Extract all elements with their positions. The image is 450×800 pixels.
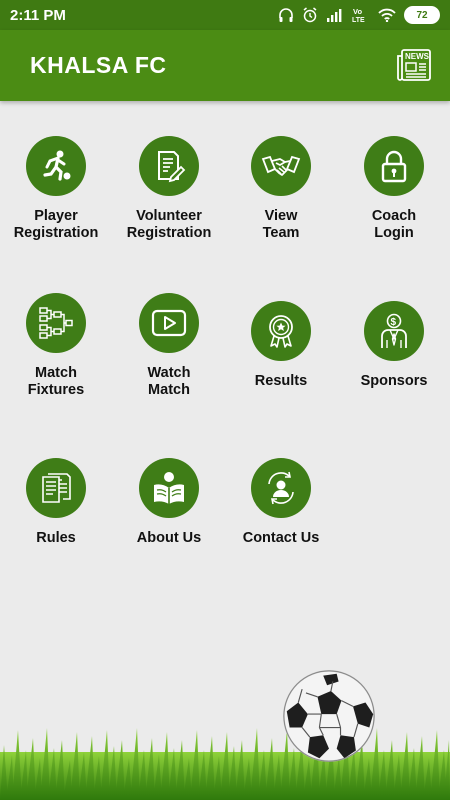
tile-label: View Team bbox=[262, 208, 300, 241]
bracket-icon bbox=[39, 307, 73, 339]
tile-label: Volunteer Registration bbox=[126, 208, 212, 241]
video-play-icon bbox=[151, 309, 187, 337]
tile-label: Match Fixtures bbox=[27, 365, 85, 398]
menu-icon-circle bbox=[251, 458, 311, 518]
menu-icon-circle: $ bbox=[364, 301, 424, 361]
menu-icon-circle bbox=[26, 293, 86, 353]
handshake-icon bbox=[261, 155, 301, 176]
watch-match-tile[interactable]: Watch Match bbox=[113, 293, 225, 399]
menu-grid: Player Registration Volunteer Registrati… bbox=[0, 0, 450, 800]
tile-label: Watch Match bbox=[147, 365, 191, 398]
tile-label: Results bbox=[254, 373, 308, 389]
menu-icon-circle bbox=[26, 458, 86, 518]
player-kick-icon bbox=[43, 150, 71, 181]
tile-label: Contact Us bbox=[242, 530, 320, 546]
tile-label: Player Registration bbox=[13, 208, 99, 241]
player-registration-tile[interactable]: Player Registration bbox=[0, 136, 112, 242]
award-badge-icon bbox=[269, 315, 293, 348]
reader-icon bbox=[154, 472, 184, 504]
menu-icon-circle bbox=[139, 293, 199, 353]
menu-icon-circle bbox=[139, 458, 199, 518]
results-tile[interactable]: Results bbox=[225, 301, 337, 390]
contact-us-tile[interactable]: Contact Us bbox=[225, 458, 337, 547]
match-fixtures-tile[interactable]: Match Fixtures bbox=[0, 293, 112, 399]
menu-icon-circle bbox=[251, 136, 311, 196]
tile-label: Sponsors bbox=[360, 373, 428, 389]
menu-icon-circle bbox=[26, 136, 86, 196]
coach-login-tile[interactable]: Coach Login bbox=[338, 136, 450, 242]
tile-label: About Us bbox=[136, 530, 202, 546]
menu-icon-circle bbox=[364, 136, 424, 196]
volunteer-registration-tile[interactable]: Volunteer Registration bbox=[113, 136, 225, 242]
about-us-tile[interactable]: About Us bbox=[113, 458, 225, 547]
menu-icon-circle bbox=[139, 136, 199, 196]
soccer-ball-decoration bbox=[283, 670, 375, 762]
pages-icon bbox=[42, 473, 71, 503]
tile-label: Rules bbox=[36, 530, 76, 546]
sponsors-tile[interactable]: $ Sponsors bbox=[338, 301, 450, 390]
lock-icon bbox=[381, 150, 407, 183]
menu-icon-circle bbox=[251, 301, 311, 361]
contact-person-icon bbox=[268, 471, 294, 505]
svg-text:$: $ bbox=[391, 317, 397, 328]
document-edit-icon bbox=[158, 151, 186, 183]
view-team-tile[interactable]: View Team bbox=[225, 136, 337, 242]
businessman-dollar-icon: $ bbox=[381, 313, 407, 348]
grass-decoration bbox=[0, 728, 450, 800]
rules-tile[interactable]: Rules bbox=[0, 458, 112, 547]
tile-label: Coach Login bbox=[371, 208, 417, 241]
